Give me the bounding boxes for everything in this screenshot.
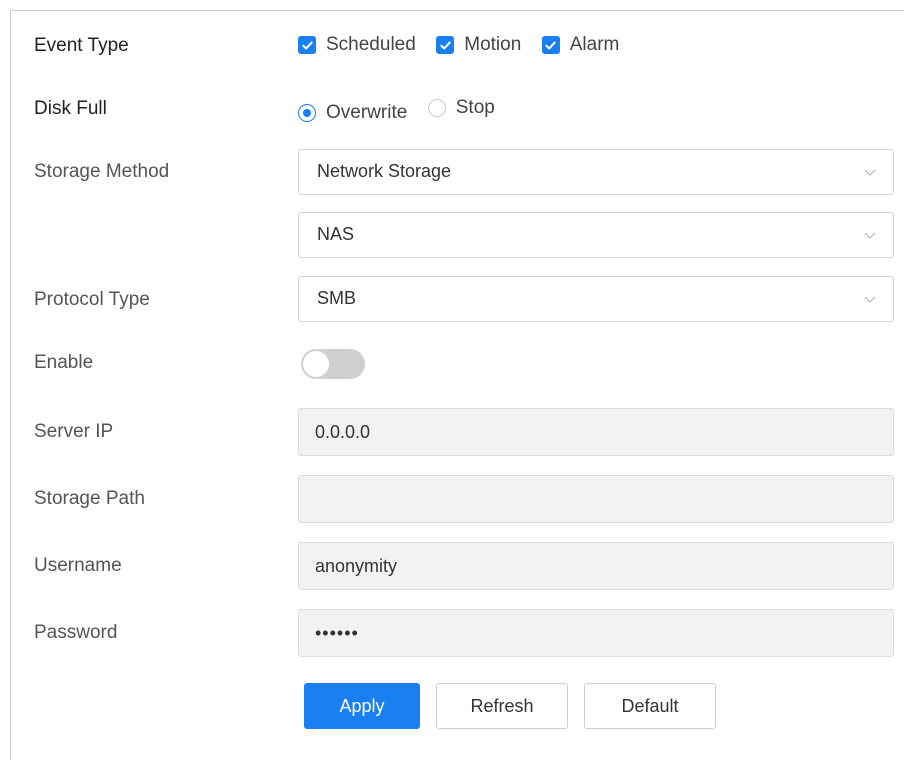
storage-path-label: Storage Path xyxy=(34,488,145,509)
storage-method-value: Network Storage xyxy=(317,161,452,181)
toggle-knob xyxy=(303,351,329,377)
event-type-options: Scheduled Motion Alarm xyxy=(298,34,635,57)
storage-type-row: NAS xyxy=(34,212,894,260)
server-ip-label: Server IP xyxy=(34,421,114,442)
checkbox-alarm[interactable]: Alarm xyxy=(541,34,620,56)
protocol-type-row: Protocol Type SMB xyxy=(34,276,894,324)
checkbox-motion-label: Motion xyxy=(464,34,522,55)
chevron-down-icon xyxy=(864,169,876,176)
event-type-label: Event Type xyxy=(34,35,129,56)
apply-button[interactable]: Apply xyxy=(304,683,420,729)
check-icon xyxy=(436,36,455,54)
password-input[interactable]: •••••• xyxy=(298,609,894,657)
storage-type-select[interactable]: NAS xyxy=(298,212,894,258)
enable-row: Enable xyxy=(34,349,894,379)
protocol-type-label: Protocol Type xyxy=(34,289,150,310)
checkbox-alarm-label: Alarm xyxy=(569,34,620,55)
storage-path-row: Storage Path xyxy=(34,475,894,523)
storage-type-value: NAS xyxy=(317,224,355,244)
chevron-down-icon xyxy=(864,232,876,239)
server-ip-input[interactable]: 0.0.0.0 xyxy=(298,408,894,456)
username-row: Username anonymity xyxy=(34,542,894,590)
username-label: Username xyxy=(34,555,122,576)
checkbox-scheduled[interactable]: Scheduled xyxy=(298,34,416,56)
password-label: Password xyxy=(34,622,118,643)
radio-unselected-icon xyxy=(427,99,446,117)
refresh-button[interactable]: Refresh xyxy=(436,683,568,729)
username-value: anonymity xyxy=(315,556,398,576)
check-icon xyxy=(298,36,316,54)
default-button[interactable]: Default xyxy=(584,683,716,729)
radio-stop[interactable]: Stop xyxy=(427,97,495,119)
storage-path-input[interactable] xyxy=(298,475,894,523)
storage-method-label: Storage Method xyxy=(34,161,170,182)
protocol-type-value: SMB xyxy=(317,288,357,308)
disk-full-label: Disk Full xyxy=(34,98,107,119)
username-input[interactable]: anonymity xyxy=(298,542,894,590)
disk-full-options: Overwrite Stop xyxy=(298,97,511,124)
server-ip-row: Server IP 0.0.0.0 xyxy=(34,408,894,456)
storage-method-select[interactable]: Network Storage xyxy=(298,149,894,195)
check-icon xyxy=(541,36,560,54)
radio-selected-icon xyxy=(298,104,316,122)
enable-label: Enable xyxy=(34,352,94,373)
enable-toggle[interactable] xyxy=(301,349,365,379)
password-row: Password •••••• xyxy=(34,609,894,657)
chevron-down-icon xyxy=(864,296,876,303)
radio-overwrite[interactable]: Overwrite xyxy=(298,102,407,124)
checkbox-motion[interactable]: Motion xyxy=(436,34,521,56)
radio-overwrite-label: Overwrite xyxy=(326,102,408,123)
password-value: •••••• xyxy=(315,623,359,643)
server-ip-value: 0.0.0.0 xyxy=(315,422,371,442)
storage-method-row: Storage Method Network Storage xyxy=(34,149,894,197)
radio-stop-label: Stop xyxy=(455,97,495,118)
protocol-type-select[interactable]: SMB xyxy=(298,276,894,322)
checkbox-scheduled-label: Scheduled xyxy=(326,34,416,55)
